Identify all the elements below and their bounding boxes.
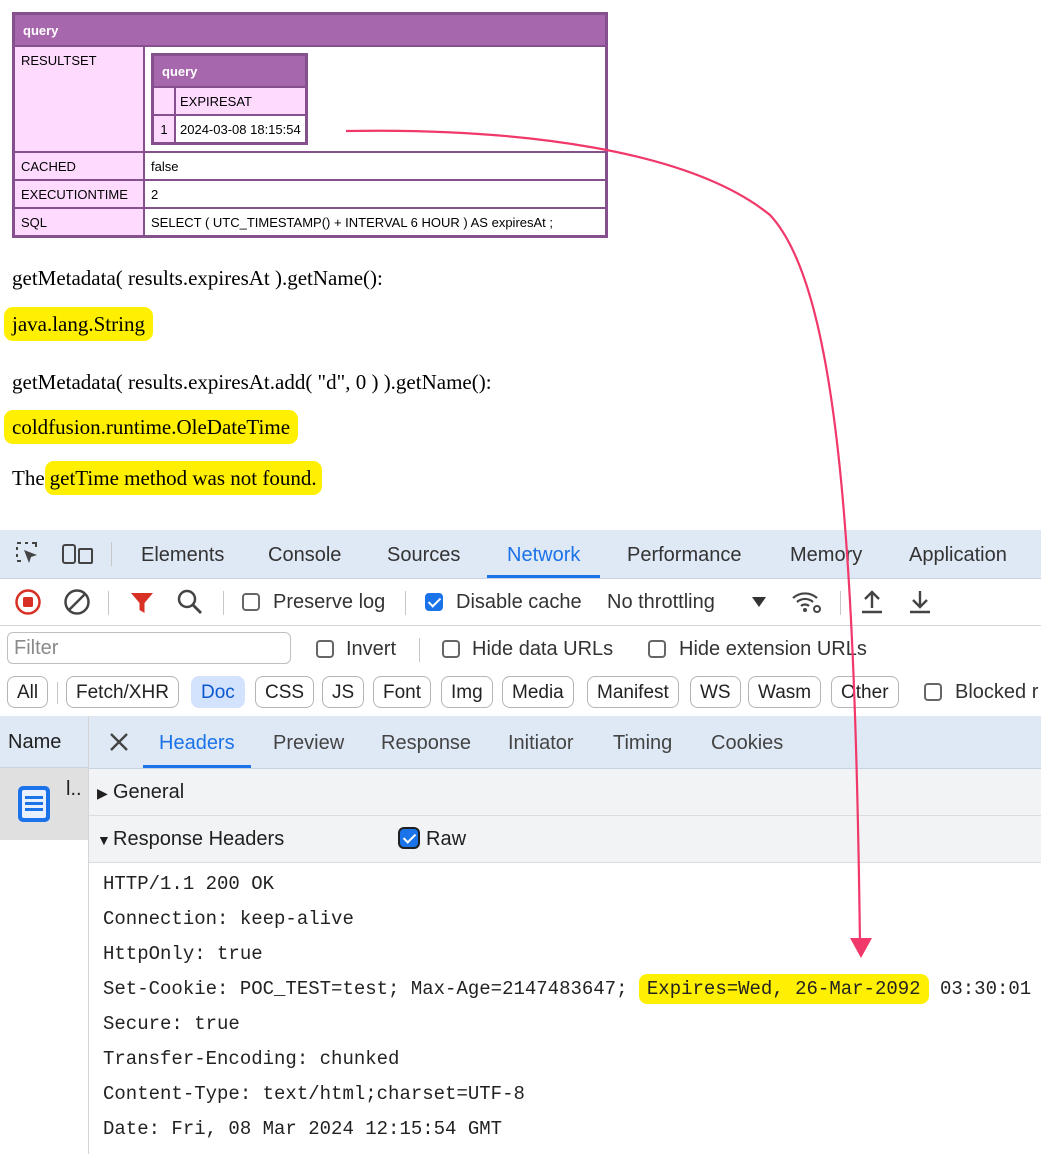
annotation-arrow (345, 129, 872, 958)
